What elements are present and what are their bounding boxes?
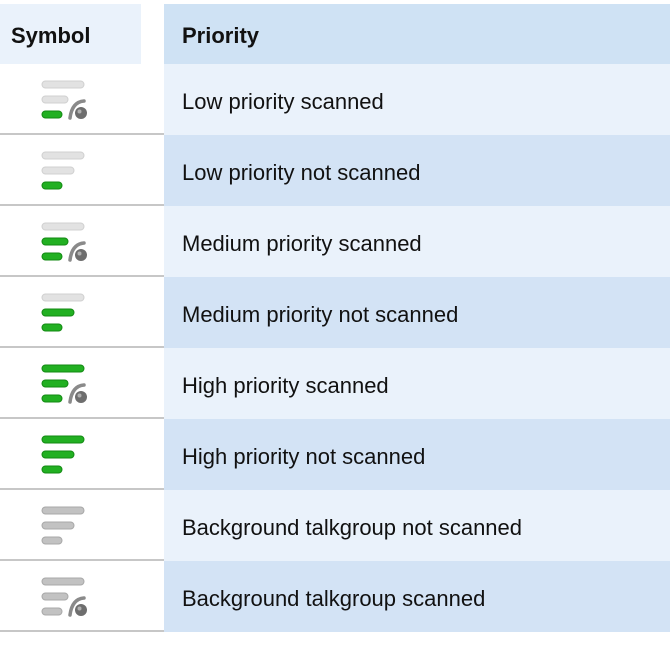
priority-label: Medium priority scanned [182,231,422,256]
table-row: Low priority not scanned [0,135,670,206]
symbol-header-label: Symbol [11,23,91,48]
priority-bar-active [41,364,85,373]
priority-cell: Low priority scanned [164,64,670,135]
low-priority-not-scanned-icon [41,151,85,190]
priority-cell: High priority scanned [164,348,670,419]
priority-column-header: Priority [164,4,670,64]
symbol-cell [0,561,164,632]
priority-bar-active [41,237,69,246]
priority-bar-active [41,450,75,459]
priority-bar-active [41,435,85,444]
high-priority-scanned-icon [41,364,87,404]
priority-bar-inactive [41,521,75,530]
table-row: Background talkgroup not scanned [0,490,670,561]
priority-bar-active [41,465,63,474]
priority-bar-inactive [41,293,85,302]
priority-bar-active [41,308,75,317]
priority-cell: High priority not scanned [164,419,670,490]
priority-bar-active [41,110,63,119]
priority-cell: Background talkgroup scanned [164,561,670,632]
priority-bar-active [41,379,69,388]
priority-legend-table: Symbol Priority Low priority scanned Low… [0,0,670,668]
priority-bar-active [41,323,63,332]
priority-cell: Medium priority not scanned [164,277,670,348]
priority-label: Background talkgroup scanned [182,586,486,611]
priority-bar-inactive [41,592,69,601]
symbol-cell [0,206,164,277]
scan-indicator-icon [68,241,87,262]
symbol-cell [0,135,164,206]
priority-cell: Low priority not scanned [164,135,670,206]
priority-label: Low priority scanned [182,89,384,114]
priority-label: High priority scanned [182,373,389,398]
symbol-cell [0,277,164,348]
priority-bar-inactive [41,222,85,231]
priority-bar-inactive [41,577,85,586]
medium-priority-scanned-icon [41,222,87,262]
medium-priority-not-scanned-icon [41,293,85,332]
table-row: Background talkgroup scanned [0,561,670,632]
priority-header-label: Priority [182,23,260,48]
priority-label: Medium priority not scanned [182,302,459,327]
priority-cell: Medium priority scanned [164,206,670,277]
priority-bar-inactive [41,536,63,545]
priority-bar-inactive [41,166,75,175]
table-row: Low priority scanned [0,64,670,135]
high-priority-not-scanned-icon [41,435,85,474]
scan-indicator-icon [68,383,87,404]
priority-bar-active [41,394,63,403]
priority-bar-inactive [41,95,69,104]
low-priority-scanned-icon [41,80,87,120]
symbol-column-header: Symbol [0,4,141,64]
scan-indicator-icon [68,99,87,120]
priority-bar-inactive [41,80,85,89]
priority-label: High priority not scanned [182,444,426,469]
symbol-cell [0,64,164,135]
symbol-cell [0,419,164,490]
priority-bar-inactive [41,607,63,616]
background-talkgroup-scanned-icon [41,577,87,617]
priority-bar-active [41,252,63,261]
table-row: High priority scanned [0,348,670,419]
symbol-cell [0,348,164,419]
scan-indicator-icon [68,596,87,617]
priority-bar-active [41,181,63,190]
priority-cell: Background talkgroup not scanned [164,490,670,561]
background-talkgroup-not-scanned-icon [41,506,85,545]
priority-bar-inactive [41,506,85,515]
priority-label: Background talkgroup not scanned [182,515,523,540]
priority-label: Low priority not scanned [182,160,421,185]
table-row: Medium priority not scanned [0,277,670,348]
symbol-cell [0,490,164,561]
table-header-row: Symbol Priority [0,4,670,64]
table-row: Medium priority scanned [0,206,670,277]
table-row: High priority not scanned [0,419,670,490]
priority-bar-inactive [41,151,85,160]
